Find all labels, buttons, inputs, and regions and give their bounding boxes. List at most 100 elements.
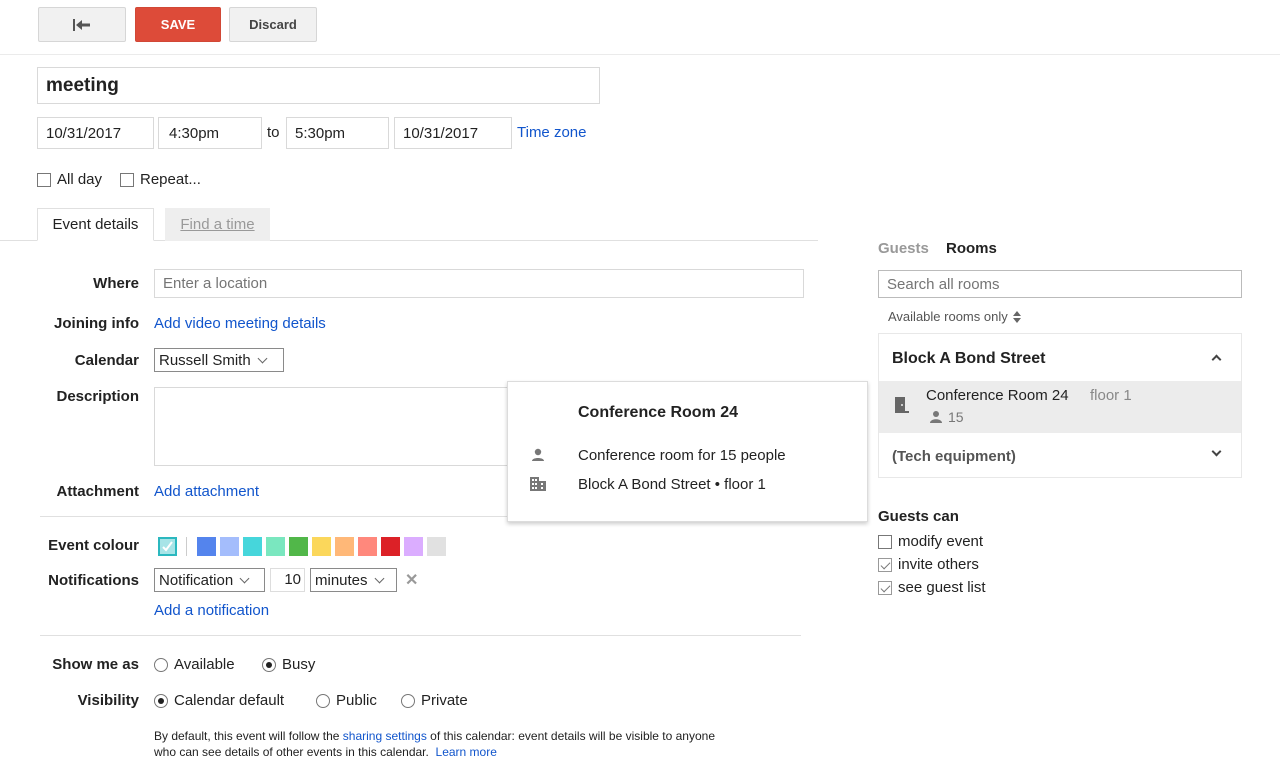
rooms-list: Block A Bond Street Conference Room 24 f…	[878, 333, 1242, 478]
notification-type-select[interactable]: Notification	[154, 568, 265, 592]
notification-unit-value: minutes	[315, 571, 368, 589]
colour-divider	[186, 537, 187, 556]
colour-swatch[interactable]	[289, 537, 308, 556]
room-capacity: 15	[948, 409, 964, 425]
visibility-note-text: of this calendar: event details will be …	[430, 729, 716, 743]
all-day-checkbox[interactable]	[37, 172, 51, 187]
event-title-input[interactable]: meeting	[37, 67, 600, 104]
colour-swatch-selected[interactable]	[158, 537, 177, 556]
chevron-down-icon	[374, 573, 384, 583]
repeat-label: Repeat...	[140, 171, 201, 188]
colour-swatch[interactable]	[220, 537, 239, 556]
toolbar-divider	[0, 54, 1280, 55]
visibility-note-text: who can see details of other events in t…	[154, 745, 429, 759]
joining-info-label: Joining info	[54, 315, 139, 332]
sidebar-tab-guests[interactable]: Guests	[878, 240, 929, 257]
chevron-down-icon	[257, 353, 268, 363]
modify-event-label: modify event	[898, 533, 984, 550]
attachment-label: Attachment	[56, 483, 139, 500]
see-guest-list-label: see guest list	[898, 579, 986, 596]
popup-capacity: Conference room for 15 people	[578, 447, 786, 464]
invite-others-checkbox[interactable]	[878, 557, 892, 572]
sidebar-tab-rooms[interactable]: Rooms	[946, 240, 997, 257]
visibility-note: By default, this event will follow the s…	[154, 728, 794, 760]
popup-title: Conference Room 24	[578, 404, 739, 421]
start-date-input[interactable]: 10/31/2017	[37, 117, 154, 149]
colour-swatch[interactable]	[197, 537, 216, 556]
colour-swatch[interactable]	[266, 537, 285, 556]
show-me-as-label: Show me as	[52, 656, 139, 673]
tab-find-a-time[interactable]: Find a time	[165, 208, 270, 241]
all-day-label: All day	[57, 171, 103, 188]
room-group-name: (Tech equipment)	[892, 448, 1016, 465]
notifications-label: Notifications	[48, 572, 139, 589]
guests-can-label: Guests can	[878, 508, 959, 525]
show-available-label: Available	[174, 656, 235, 673]
visibility-private-radio[interactable]	[401, 693, 415, 708]
available-rooms-filter[interactable]: Available rooms only	[888, 309, 1022, 324]
repeat-checkbox[interactable]	[120, 172, 134, 187]
to-label: to	[267, 124, 280, 141]
back-arrow-icon	[73, 18, 90, 31]
visibility-label: Visibility	[77, 692, 139, 709]
colour-swatch[interactable]	[243, 537, 262, 556]
where-label: Where	[93, 275, 139, 292]
add-notification-link[interactable]: Add a notification	[154, 602, 269, 619]
colour-swatch[interactable]	[358, 537, 377, 556]
room-group-name: Block A Bond Street	[892, 350, 1046, 367]
colour-swatch[interactable]	[404, 537, 423, 556]
room-group-header[interactable]: (Tech equipment)	[879, 434, 1241, 478]
calendar-select-value: Russell Smith	[159, 351, 251, 369]
visibility-default-radio[interactable]	[154, 693, 168, 708]
section-divider	[40, 635, 801, 636]
invite-others-label: invite others	[898, 556, 979, 573]
sharing-settings-link[interactable]: sharing settings	[343, 729, 427, 743]
notification-type-value: Notification	[159, 571, 234, 589]
colour-swatch[interactable]	[312, 537, 331, 556]
notification-unit-select[interactable]: minutes	[310, 568, 397, 592]
door-icon	[895, 397, 909, 413]
learn-more-link[interactable]: Learn more	[436, 745, 497, 759]
show-busy-radio[interactable]	[262, 657, 276, 672]
end-time-input[interactable]: 5:30pm	[286, 117, 389, 149]
modify-event-checkbox[interactable]	[878, 534, 892, 549]
colour-swatch[interactable]	[335, 537, 354, 556]
building-icon	[530, 477, 546, 491]
end-date-input[interactable]: 10/31/2017	[394, 117, 512, 149]
popup-location: Block A Bond Street • floor 1	[578, 476, 766, 493]
chevron-up-icon	[1211, 354, 1222, 365]
colour-swatch[interactable]	[381, 537, 400, 556]
sort-icon	[1012, 310, 1021, 323]
room-info-popup: Conference Room 24 Conference room for 1…	[507, 381, 868, 522]
tab-event-details[interactable]: Event details	[37, 208, 154, 241]
event-colour-label: Event colour	[48, 537, 139, 554]
room-floor: floor 1	[1090, 387, 1132, 404]
visibility-default-label: Calendar default	[174, 692, 285, 709]
add-video-meeting-link[interactable]: Add video meeting details	[154, 315, 326, 332]
check-icon	[162, 541, 173, 552]
description-label: Description	[56, 388, 139, 405]
person-icon	[532, 448, 544, 461]
discard-button[interactable]: Discard	[229, 7, 317, 42]
save-button[interactable]: SAVE	[135, 7, 221, 42]
start-time-input[interactable]: 4:30pm	[158, 117, 262, 149]
remove-notification-icon[interactable]: ✕	[405, 570, 418, 590]
visibility-note-text: By default, this event will follow the	[154, 729, 340, 743]
chevron-down-icon	[1211, 446, 1222, 457]
calendar-label: Calendar	[74, 352, 139, 369]
back-button[interactable]	[38, 7, 126, 42]
room-group-header[interactable]: Block A Bond Street	[879, 334, 1241, 381]
add-attachment-link[interactable]: Add attachment	[154, 483, 259, 500]
visibility-public-radio[interactable]	[316, 693, 330, 708]
calendar-select[interactable]: Russell Smith	[154, 348, 284, 372]
time-zone-link[interactable]: Time zone	[517, 124, 586, 141]
show-available-radio[interactable]	[154, 657, 168, 672]
where-input[interactable]	[154, 269, 804, 298]
room-item[interactable]: Conference Room 24 floor 1 15	[879, 381, 1241, 433]
colour-swatch[interactable]	[427, 537, 446, 556]
search-rooms-input[interactable]	[878, 270, 1242, 298]
section-divider	[40, 516, 510, 517]
notification-value-input[interactable]: 10	[270, 568, 305, 592]
description-textarea[interactable]	[154, 387, 514, 466]
see-guest-list-checkbox[interactable]	[878, 580, 892, 595]
